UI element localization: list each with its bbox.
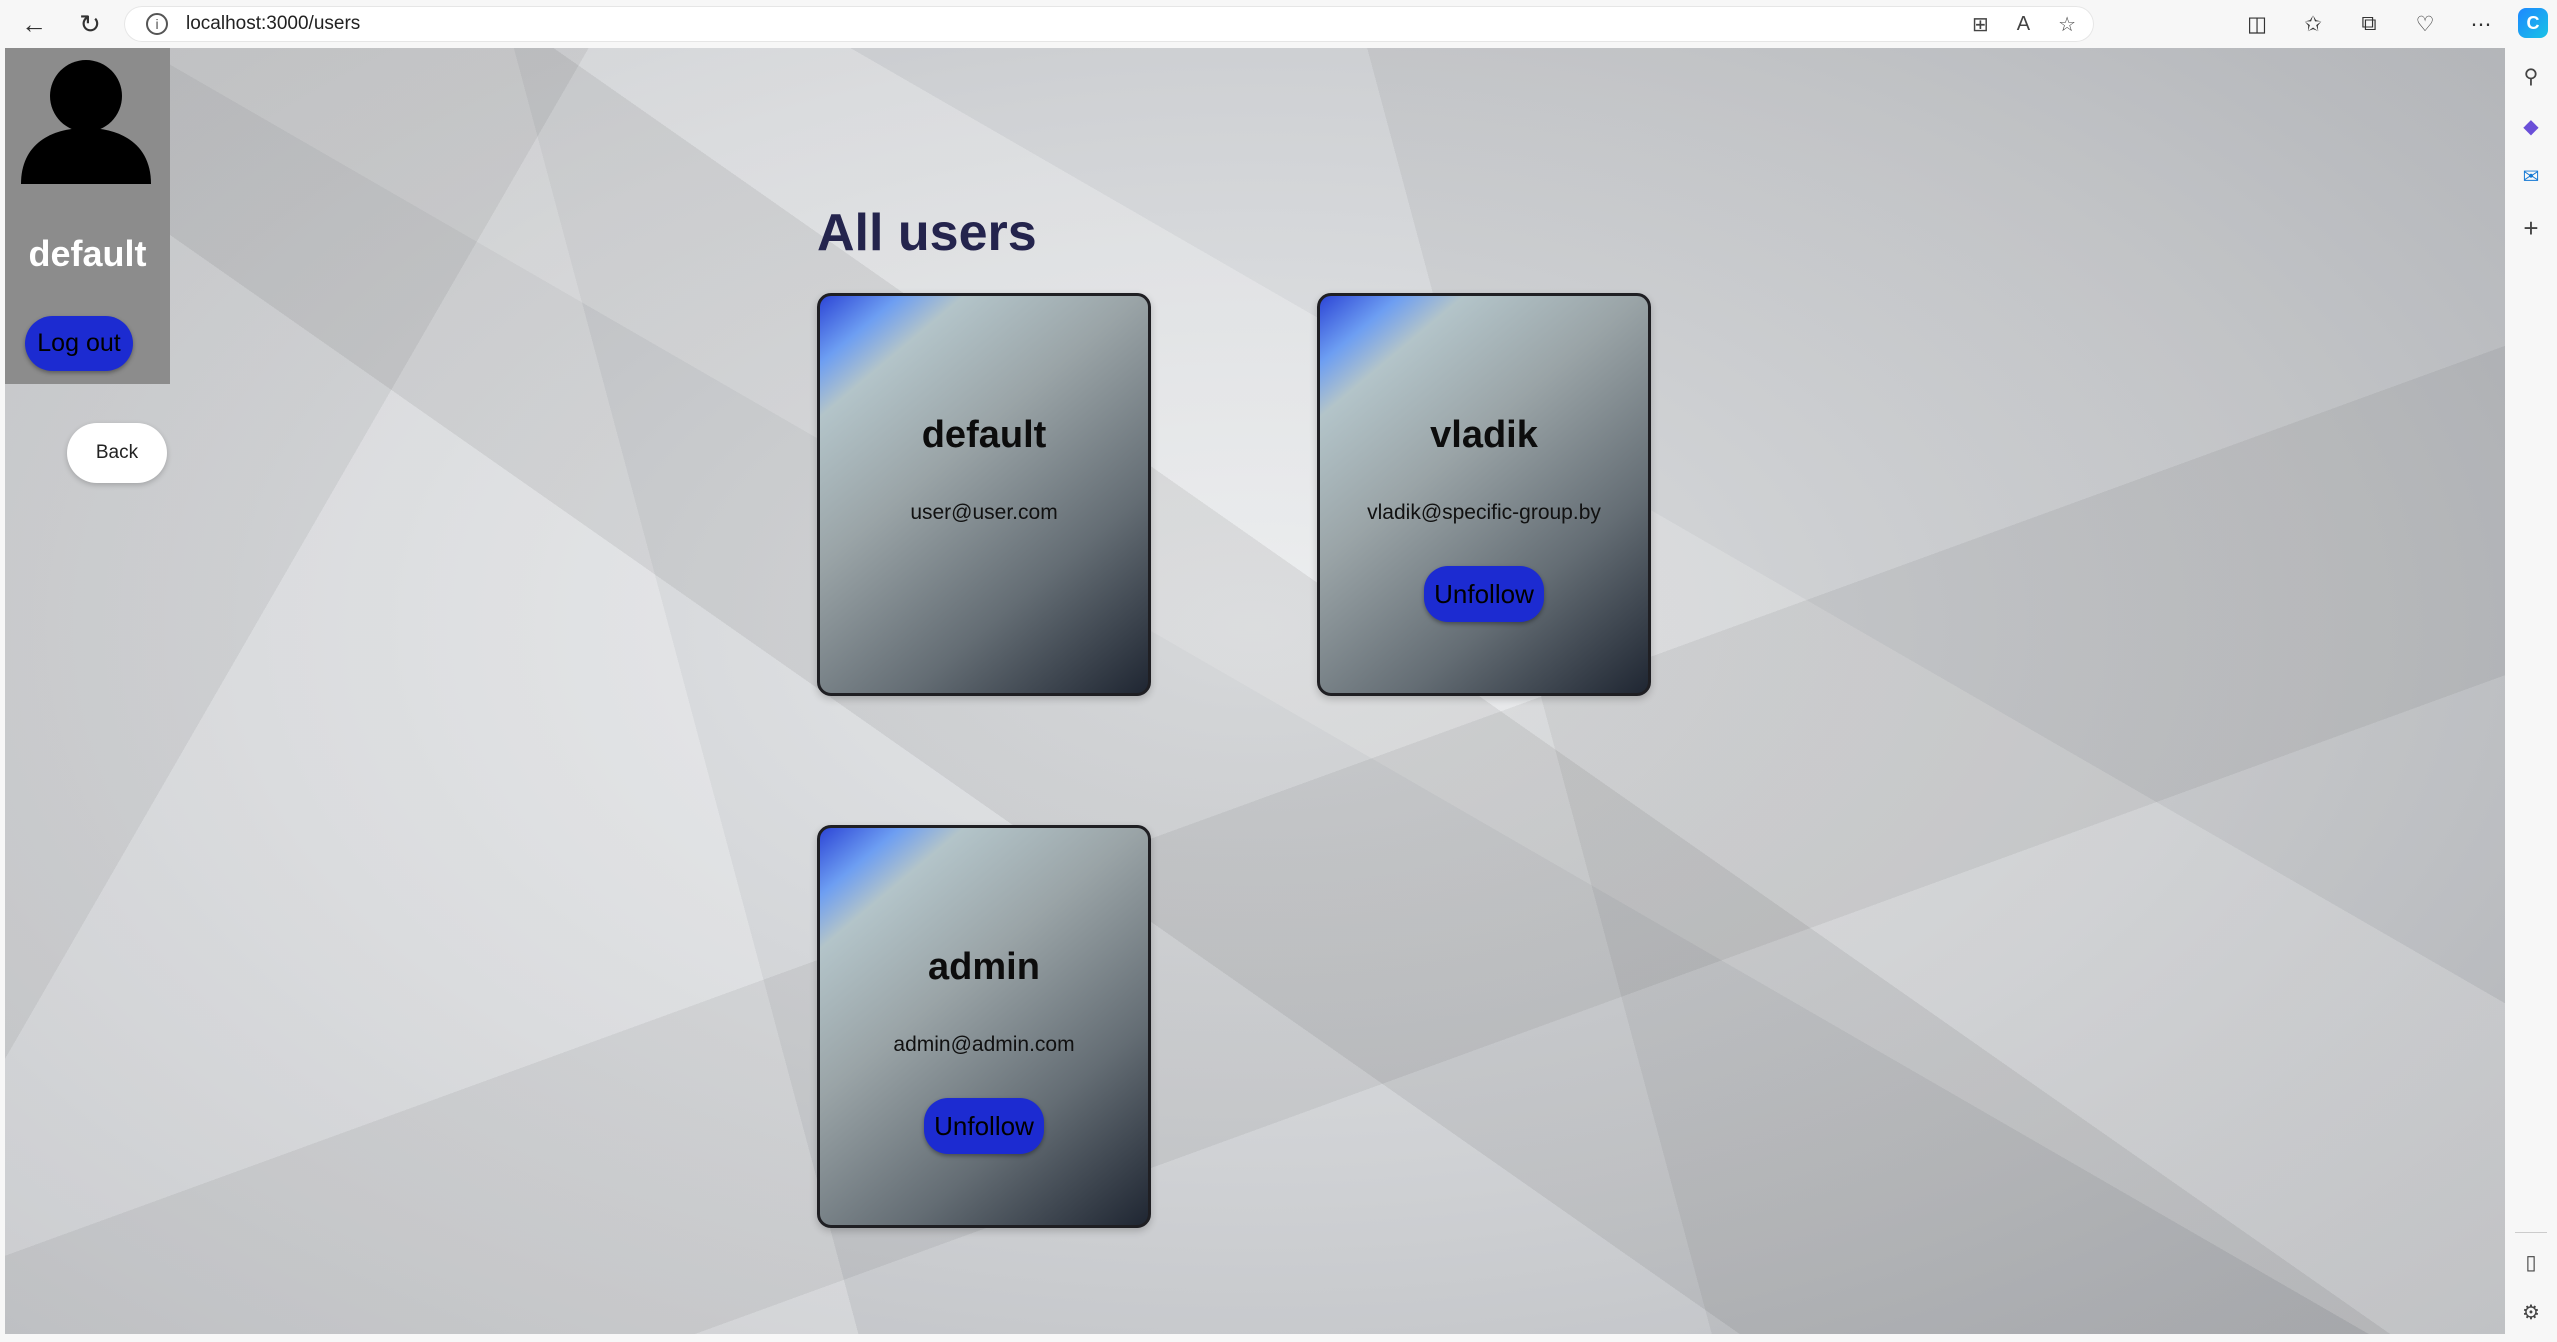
- user-name: vladik: [1430, 414, 1538, 456]
- user-name: default: [921, 414, 1047, 456]
- settings-icon[interactable]: ⚙: [2515, 1296, 2547, 1328]
- user-avatar-icon: [21, 60, 151, 184]
- sidebar-toggle-icon[interactable]: ▯: [2515, 1246, 2547, 1278]
- edge-sidebar: ⚲ ◆ ✉ + ▯ ⚙: [2505, 48, 2557, 1342]
- page-viewport: default Log out Back All users default u…: [5, 48, 2505, 1334]
- reload-icon[interactable]: ↻: [70, 4, 110, 44]
- collections-icon[interactable]: ⧉: [2352, 12, 2386, 36]
- user-email: vladik@specific-group.by: [1367, 501, 1601, 524]
- url-text[interactable]: localhost:3000/users: [186, 13, 360, 35]
- read-aloud-icon[interactable]: A: [2017, 13, 2030, 36]
- back-arrow-icon[interactable]: ←: [14, 4, 54, 44]
- copilot-icon[interactable]: C: [2518, 8, 2548, 38]
- info-icon[interactable]: i: [146, 13, 168, 35]
- user-card: default user@user.com: [817, 293, 1151, 696]
- user-email: user@user.com: [910, 501, 1058, 524]
- address-bar[interactable]: i localhost:3000/users ⊞ A ☆: [124, 6, 2094, 42]
- copilot-apps-icon[interactable]: ◆: [2515, 110, 2547, 142]
- browser-toolbar: ← ↻ i localhost:3000/users ⊞ A ☆ ◫ ✩ ⧉ ♡…: [0, 0, 2557, 48]
- profile-username: default: [28, 233, 147, 274]
- favorites-icon[interactable]: ✩: [2296, 12, 2330, 37]
- more-icon[interactable]: ⋯: [2464, 12, 2498, 37]
- unfollow-button[interactable]: Unfollow: [924, 1098, 1044, 1154]
- profile-panel: default Log out: [5, 48, 170, 384]
- unfollow-button[interactable]: Unfollow: [1424, 566, 1544, 622]
- logout-button[interactable]: Log out: [25, 316, 133, 371]
- split-screen-icon[interactable]: ◫: [2240, 12, 2274, 37]
- apps-icon[interactable]: ⊞: [1972, 12, 1989, 37]
- add-icon[interactable]: +: [2515, 212, 2547, 244]
- star-icon[interactable]: ☆: [2058, 12, 2076, 37]
- search-icon[interactable]: ⚲: [2515, 60, 2547, 92]
- heart-pulse-icon[interactable]: ♡: [2408, 12, 2442, 37]
- user-card: vladik vladik@specific-group.by Unfollow: [1317, 293, 1651, 696]
- user-card: admin admin@admin.com Unfollow: [817, 825, 1151, 1228]
- page-title: All users: [817, 204, 1037, 262]
- user-name: admin: [928, 946, 1040, 988]
- user-email: admin@admin.com: [893, 1033, 1075, 1056]
- back-button[interactable]: Back: [67, 423, 167, 483]
- sidebar-divider: [2515, 1232, 2547, 1233]
- outlook-icon[interactable]: ✉: [2515, 160, 2547, 192]
